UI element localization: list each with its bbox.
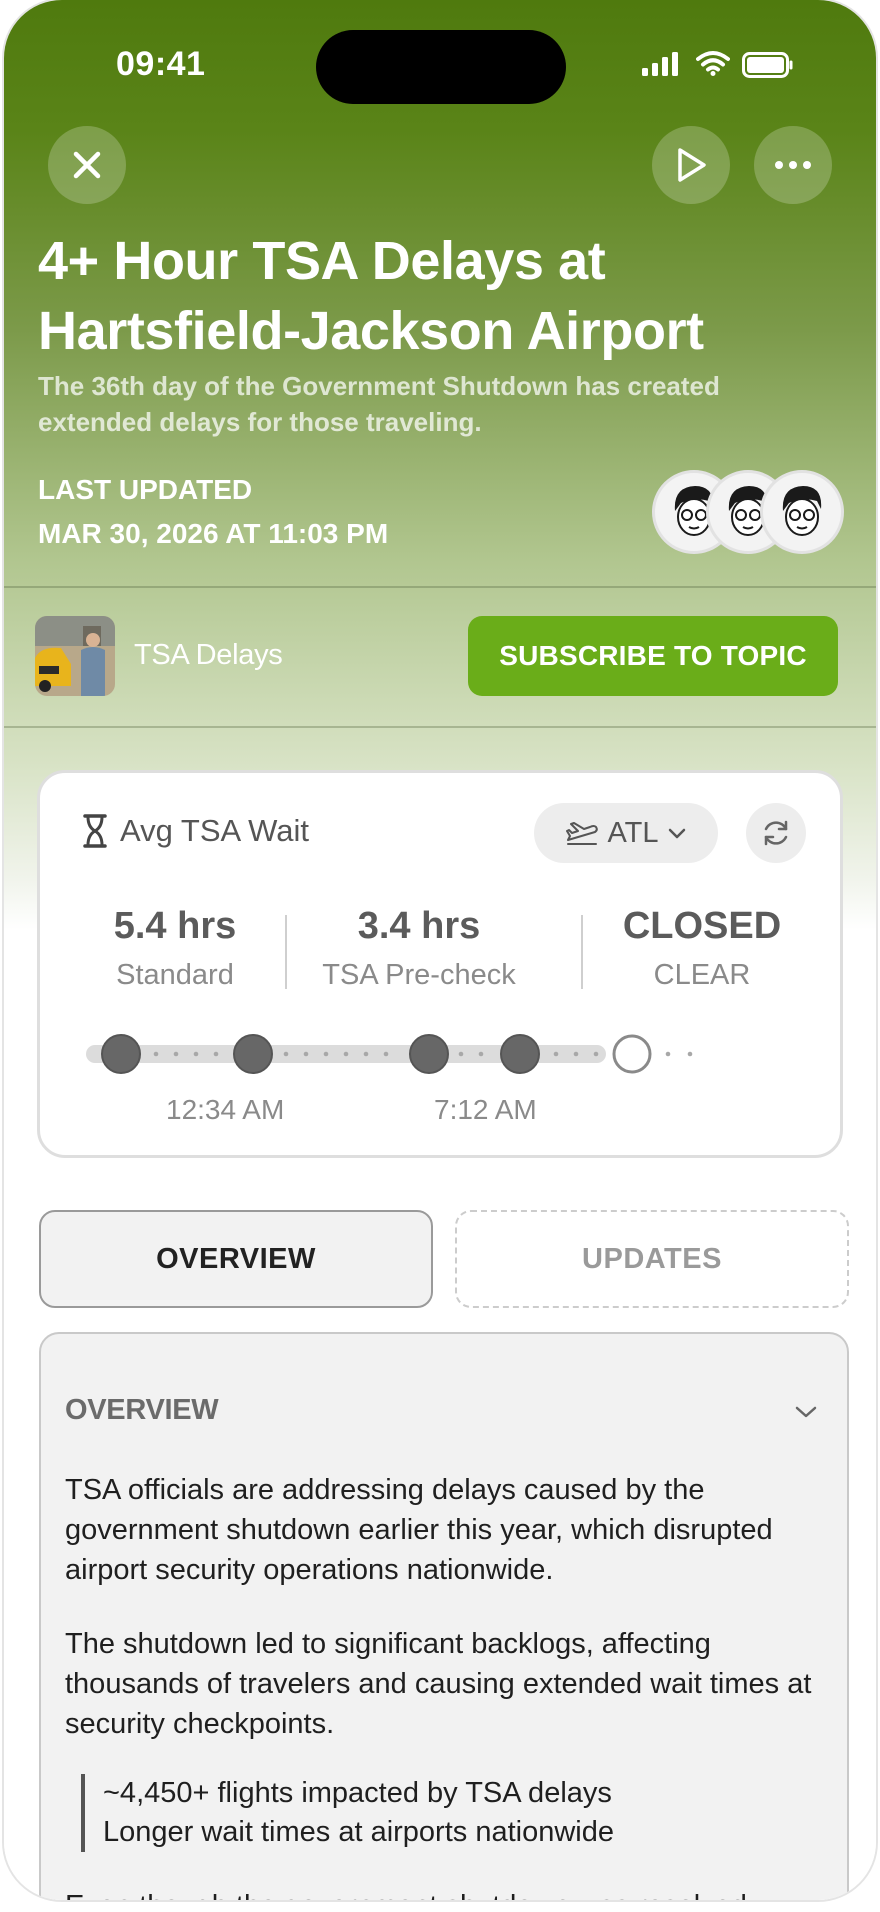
airport-selector[interactable]: ATL (534, 803, 718, 863)
refresh-icon (764, 820, 788, 846)
wifi-icon (696, 51, 730, 76)
avatar (760, 470, 844, 554)
card-title-text: Avg TSA Wait (120, 813, 309, 848)
overview-heading[interactable]: OVERVIEW (65, 1394, 219, 1427)
divider (4, 726, 876, 728)
refresh-button[interactable] (746, 803, 806, 863)
stat-value: 3.4 hrs (357, 905, 481, 947)
play-icon (678, 148, 706, 182)
overview-paragraph: The shutdown led to significant backlogs… (65, 1628, 812, 1740)
phone-screen: 09:41 4+ Hour TSA Delays at Hartsfield-J… (4, 0, 876, 1900)
stat-standard: 5.4 hrs Standard (80, 903, 270, 992)
subscribe-button[interactable]: SUBSCRIBE TO TOPIC (468, 616, 838, 696)
last-updated-value: MAR 30, 2026 AT 11:03 PM (38, 518, 389, 549)
tab-overview[interactable]: OVERVIEW (39, 1210, 433, 1308)
stat-value: CLOSED (622, 905, 782, 947)
status-bar: 09:41 (4, 0, 876, 130)
chevron-down-icon (668, 828, 685, 839)
stat-divider (581, 915, 583, 989)
overview-panel: OVERVIEW TSA officials are addressing de… (39, 1332, 849, 1900)
dynamic-island (316, 30, 566, 104)
timeline-label: 7:12 AM (434, 1094, 537, 1125)
timeline-point (233, 1034, 273, 1074)
overview-paragraph-partial: Even though the government shutdown was … (65, 1886, 755, 1900)
page-subtitle: The 36th day of the Government Shutdown … (38, 371, 720, 437)
timeline-current-point (612, 1034, 652, 1074)
close-button[interactable] (48, 126, 126, 204)
stat-label: TSA Pre-check (322, 959, 516, 991)
quote-line: ~4,450+ flights impacted by TSA delays (103, 1777, 612, 1809)
tsa-wait-card: Avg TSA Wait ATL 5.4 hrs Standard 3.4 hr… (37, 770, 843, 1158)
last-updated-label: LAST UPDATED (38, 474, 253, 505)
divider (4, 586, 876, 588)
stat-value: 5.4 hrs (113, 905, 237, 947)
stat-precheck: 3.4 hrs TSA Pre-check (302, 903, 536, 992)
contributor-avatars[interactable] (652, 470, 852, 554)
topic-thumbnail[interactable] (35, 616, 115, 696)
more-options-button[interactable] (754, 126, 832, 204)
stat-label: CLEAR (653, 959, 751, 991)
stat-divider (285, 915, 287, 989)
hourglass-icon (83, 814, 107, 848)
close-icon (73, 151, 101, 179)
topic-photo-icon (35, 616, 115, 696)
chevron-down-icon[interactable] (793, 1404, 819, 1420)
card-title: Avg TSA Wait (82, 813, 309, 849)
page-title: 4+ Hour TSA Delays at Hartsfield-Jackson… (38, 231, 704, 361)
timeline-point (500, 1034, 540, 1074)
avatar-face-icon (782, 486, 822, 536)
stat-clear: CLOSED CLEAR (602, 903, 802, 992)
airport-code: ATL (607, 816, 659, 849)
signal-icon (642, 52, 678, 76)
more-icon (775, 161, 811, 169)
stats-quote: ~4,450+ flights impacted by TSA delays L… (81, 1774, 614, 1852)
wait-timeline[interactable] (76, 1029, 816, 1079)
overview-paragraph: TSA officials are addressing delays caus… (65, 1474, 773, 1586)
timeline-point (101, 1034, 141, 1074)
tab-updates[interactable]: UPDATES (455, 1210, 849, 1308)
status-time: 09:41 (116, 45, 206, 83)
topic-name[interactable]: TSA Delays (134, 639, 283, 672)
timeline-point (409, 1034, 449, 1074)
departure-plane-icon (566, 822, 599, 845)
play-button[interactable] (652, 126, 730, 204)
quote-line: Longer wait times at airports nationwide (103, 1816, 614, 1848)
stat-label: Standard (116, 959, 234, 991)
timeline-label: 12:34 AM (166, 1094, 285, 1125)
battery-icon (742, 52, 793, 78)
